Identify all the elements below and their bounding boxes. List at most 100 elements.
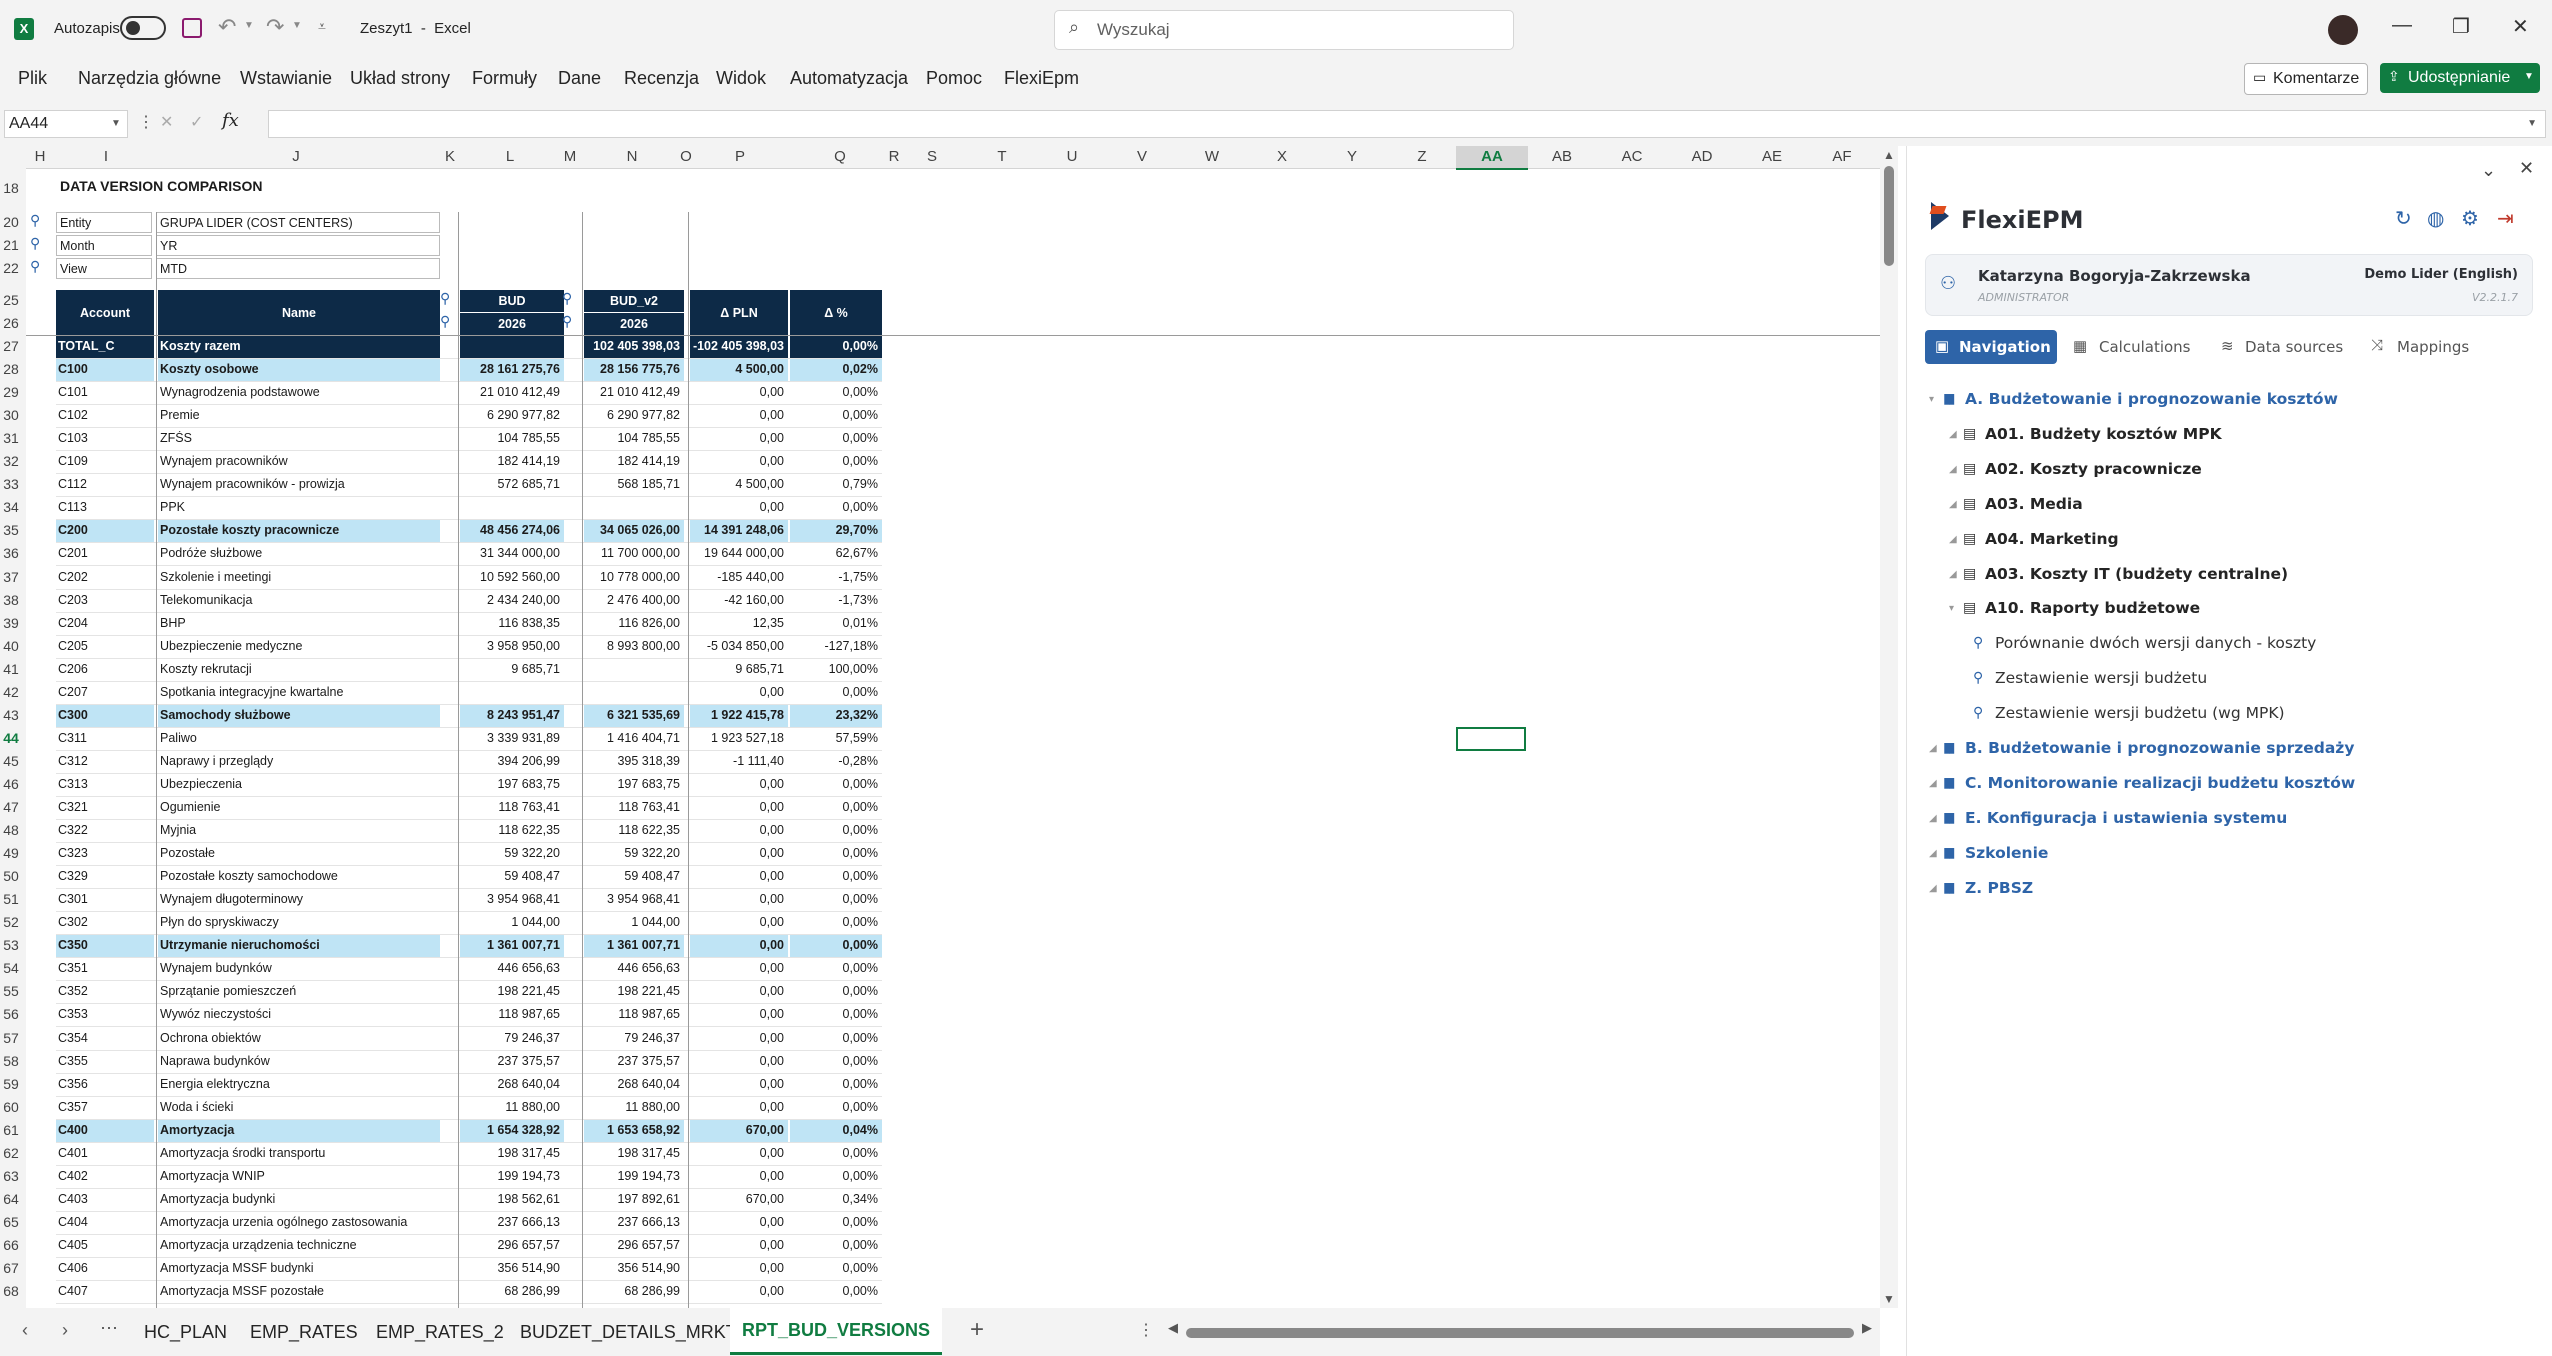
- delta-pct-cell[interactable]: 0,00%: [792, 1146, 878, 1160]
- bud-cell[interactable]: 3 339 931,89: [462, 731, 560, 745]
- column-header-s[interactable]: S: [912, 146, 952, 168]
- delta-pct-cell[interactable]: 0,00%: [792, 1261, 878, 1275]
- bud-v2-cell[interactable]: 104 785,55: [586, 431, 680, 445]
- name-cell[interactable]: BHP: [160, 616, 436, 630]
- column-header-r[interactable]: R: [874, 146, 914, 168]
- bud-v2-cell[interactable]: 118 622,35: [586, 823, 680, 837]
- menu-page-layout[interactable]: Układ strony: [350, 68, 450, 89]
- column-header-l[interactable]: L: [490, 146, 530, 168]
- column-header-t[interactable]: T: [982, 146, 1022, 168]
- column-header-o[interactable]: O: [666, 146, 706, 168]
- delta-pct-cell[interactable]: 0,00%: [792, 1169, 878, 1183]
- name-cell[interactable]: Podróże służbowe: [160, 546, 436, 560]
- name-cell[interactable]: Wynajem długoterminowy: [160, 892, 436, 906]
- bud-cell[interactable]: 199 194,73: [462, 1169, 560, 1183]
- account-cell[interactable]: C311: [58, 731, 150, 745]
- delta-pct-cell[interactable]: 0,00%: [792, 408, 878, 422]
- filter-search-icon[interactable]: ⚲: [30, 258, 40, 275]
- name-cell[interactable]: Premie: [160, 408, 436, 422]
- account-cell[interactable]: C401: [58, 1146, 150, 1160]
- bud-cell[interactable]: 237 375,57: [462, 1054, 560, 1068]
- delta-pln-cell[interactable]: 4 500,00: [692, 477, 784, 491]
- account-cell[interactable]: C400: [58, 1123, 150, 1137]
- row-header[interactable]: 60: [0, 1099, 22, 1115]
- row-header[interactable]: 21: [0, 237, 22, 253]
- row-header[interactable]: 27: [0, 338, 22, 354]
- chevron-right-icon[interactable]: ◢: [1929, 883, 1937, 894]
- name-cell[interactable]: Spotkania integracyjne kwartalne: [160, 685, 436, 699]
- delta-pln-cell[interactable]: 0,00: [692, 1077, 784, 1091]
- globe-icon[interactable]: ◍: [2427, 206, 2444, 231]
- chevron-right-icon[interactable]: ◢: [1949, 534, 1957, 545]
- nav-tree-item[interactable]: ◢ ▤ A02. Koszty pracownicze: [1907, 460, 2547, 490]
- chevron-right-icon[interactable]: ◢: [1929, 743, 1937, 754]
- account-cell[interactable]: C407: [58, 1284, 150, 1298]
- more-icon[interactable]: ⋮: [138, 112, 154, 132]
- bud-v2-cell[interactable]: 182 414,19: [586, 454, 680, 468]
- delta-pln-cell[interactable]: 0,00: [692, 961, 784, 975]
- account-cell[interactable]: C313: [58, 777, 150, 791]
- delta-pct-cell[interactable]: 0,00%: [792, 454, 878, 468]
- bud-v2-cell[interactable]: 11 700 000,00: [586, 546, 680, 560]
- bud-v2-cell[interactable]: 446 656,63: [586, 961, 680, 975]
- bud-v2-cell[interactable]: 197 683,75: [586, 777, 680, 791]
- account-cell[interactable]: C100: [58, 362, 150, 376]
- delta-pln-cell[interactable]: 9 685,71: [692, 662, 784, 676]
- row-header[interactable]: 20: [0, 214, 22, 230]
- row-header[interactable]: 32: [0, 453, 22, 469]
- delta-pct-cell[interactable]: 0,00%: [792, 385, 878, 399]
- bud-cell[interactable]: 11 880,00: [462, 1100, 560, 1114]
- account-cell[interactable]: C201: [58, 546, 150, 560]
- account-cell[interactable]: C323: [58, 846, 150, 860]
- name-cell[interactable]: Płyn do spryskiwaczy: [160, 915, 436, 929]
- delta-pct-cell[interactable]: -1,73%: [792, 593, 878, 607]
- name-cell[interactable]: Amortyzacja budynki: [160, 1192, 436, 1206]
- column-header-u[interactable]: U: [1052, 146, 1092, 168]
- scroll-down-icon[interactable]: ▼: [1883, 1292, 1895, 1306]
- delta-pct-cell[interactable]: -127,18%: [792, 639, 878, 653]
- name-cell[interactable]: Amortyzacja urzenia ogólnego zastosowani…: [160, 1215, 436, 1229]
- bud-v2-cell[interactable]: 10 778 000,00: [586, 570, 680, 584]
- row-header[interactable]: 45: [0, 753, 22, 769]
- account-cell[interactable]: C200: [58, 523, 150, 537]
- chevron-right-icon[interactable]: ◢: [1929, 813, 1937, 824]
- nav-tree-item[interactable]: ◢ ▤ A01. Budżety kosztów MPK: [1907, 425, 2547, 455]
- row-header[interactable]: 39: [0, 615, 22, 631]
- name-cell[interactable]: Amortyzacja środki transportu: [160, 1146, 436, 1160]
- delta-pln-cell[interactable]: 4 500,00: [692, 362, 784, 376]
- delta-pln-cell[interactable]: -185 440,00: [692, 570, 784, 584]
- delta-pct-cell[interactable]: 0,00%: [792, 846, 878, 860]
- delta-pln-cell[interactable]: 0,00: [692, 892, 784, 906]
- bud-cell[interactable]: 48 456 274,06: [462, 523, 560, 537]
- bud-v2-cell[interactable]: 237 666,13: [586, 1215, 680, 1229]
- delta-pct-cell[interactable]: 0,00%: [792, 339, 878, 353]
- column-header-v[interactable]: V: [1122, 146, 1162, 168]
- name-cell[interactable]: Ubezpieczenia: [160, 777, 436, 791]
- bud-cell[interactable]: 3 958 950,00: [462, 639, 560, 653]
- bud-cell[interactable]: 118 987,65: [462, 1007, 560, 1021]
- name-cell[interactable]: Paliwo: [160, 731, 436, 745]
- bud-v2-cell[interactable]: 68 286,99: [586, 1284, 680, 1298]
- delta-pln-cell[interactable]: -5 034 850,00: [692, 639, 784, 653]
- menu-home[interactable]: Narzędzia główne: [78, 68, 221, 89]
- account-cell[interactable]: C312: [58, 754, 150, 768]
- row-header[interactable]: 68: [0, 1283, 22, 1299]
- account-cell[interactable]: C355: [58, 1054, 150, 1068]
- vertical-scrollbar[interactable]: ▲ ▼: [1880, 146, 1898, 1308]
- delta-pln-cell[interactable]: -1 111,40: [692, 754, 784, 768]
- share-button[interactable]: ⇪ Udostępnianie ▼: [2380, 63, 2540, 93]
- delta-pct-cell[interactable]: 0,00%: [792, 892, 878, 906]
- name-cell[interactable]: Sprzątanie pomieszczeń: [160, 984, 436, 998]
- row-header[interactable]: 30: [0, 407, 22, 423]
- bud-v2-cell[interactable]: 198 317,45: [586, 1146, 680, 1160]
- formula-input[interactable]: ▼: [268, 110, 2546, 138]
- refresh-icon[interactable]: ↻: [2395, 206, 2412, 231]
- search-box[interactable]: ⌕ Wyszukaj: [1054, 10, 1514, 50]
- tab-navigation[interactable]: ▣ Navigation: [1925, 330, 2057, 364]
- delta-pct-cell[interactable]: 100,00%: [792, 662, 878, 676]
- row-header[interactable]: 49: [0, 845, 22, 861]
- bud-v2-cell[interactable]: 197 892,61: [586, 1192, 680, 1206]
- nav-tree-item[interactable]: ◢ ▤ A04. Marketing: [1907, 530, 2547, 560]
- row-header[interactable]: 26: [0, 315, 22, 331]
- account-cell[interactable]: C350: [58, 938, 150, 952]
